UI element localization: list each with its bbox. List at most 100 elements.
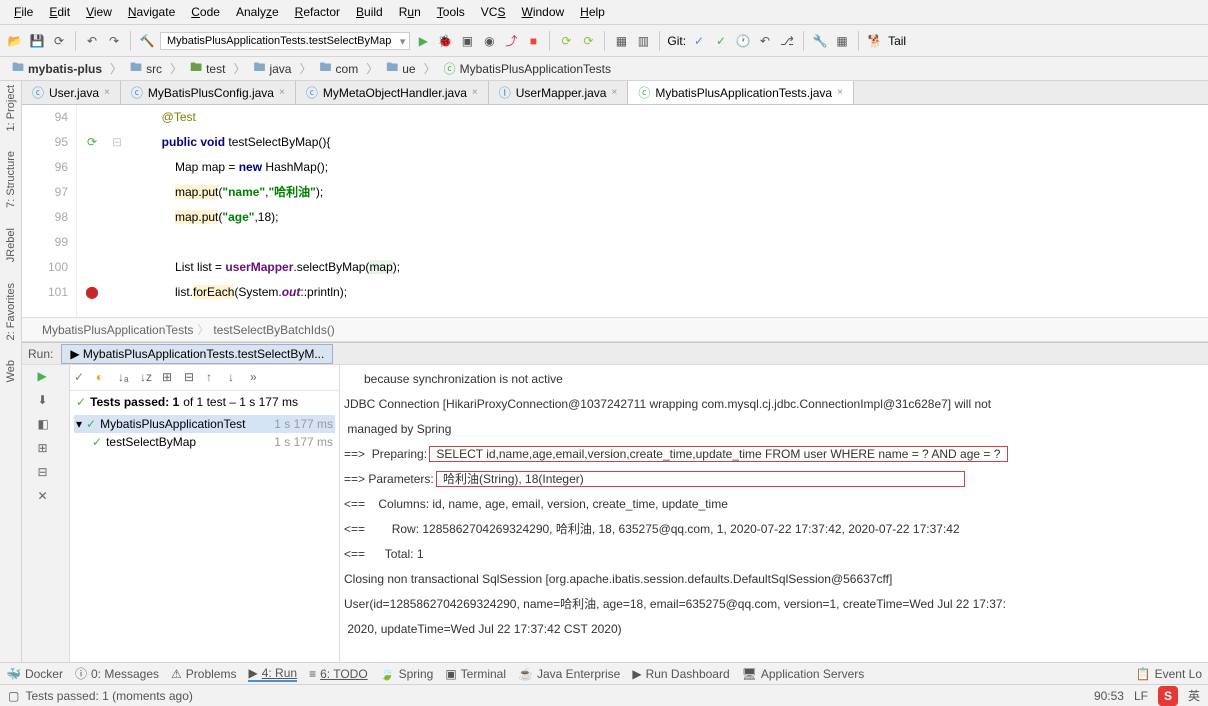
crumb-test[interactable]: 🖿test bbox=[184, 57, 231, 80]
tool-messages[interactable]: ⓘ 0: Messages bbox=[75, 665, 159, 682]
attach-icon[interactable]: ⤴ bbox=[502, 32, 520, 50]
layout2-icon[interactable]: ▥ bbox=[634, 32, 652, 50]
menu-help[interactable]: Help bbox=[572, 2, 613, 22]
toggle-icon[interactable]: ⬇ bbox=[38, 393, 54, 409]
run-config-combo[interactable]: MybatisPlusApplicationTests.testSelectBy… bbox=[160, 32, 410, 50]
next-icon[interactable]: ↓ bbox=[228, 370, 244, 386]
menu-refactor[interactable]: Refactor bbox=[287, 2, 348, 22]
close-icon[interactable]: × bbox=[279, 87, 285, 98]
menu-run[interactable]: Run bbox=[391, 2, 429, 22]
tail-icon[interactable]: 🐕 bbox=[866, 32, 884, 50]
undo-icon[interactable]: ↶ bbox=[83, 32, 101, 50]
menu-tools[interactable]: Tools bbox=[429, 2, 473, 22]
run-icon[interactable]: ▶ bbox=[414, 32, 432, 50]
tool-terminal[interactable]: ▣ Terminal bbox=[445, 667, 506, 681]
layout-icon[interactable]: ▦ bbox=[612, 32, 630, 50]
tool-appservers[interactable]: 🖥 Application Servers bbox=[742, 667, 865, 681]
open-icon[interactable]: 📂 bbox=[6, 32, 24, 50]
export-icon[interactable]: » bbox=[250, 370, 266, 386]
pin-icon[interactable]: ⊞ bbox=[38, 441, 54, 457]
menu-vcs[interactable]: VCS bbox=[473, 2, 514, 22]
coverage-icon[interactable]: ▣ bbox=[458, 32, 476, 50]
crumb-class[interactable]: ⓒMybatisPlusApplicationTests bbox=[438, 59, 617, 78]
tab-mapper[interactable]: ⒾUserMapper.java× bbox=[489, 81, 629, 104]
console-output[interactable]: because synchronization is not activeJDB… bbox=[340, 365, 1208, 662]
git-revert-icon[interactable]: ↶ bbox=[756, 32, 774, 50]
crumb-ue[interactable]: 🖿ue bbox=[380, 57, 421, 80]
tool-spring[interactable]: 🍃 Spring bbox=[380, 667, 434, 681]
show-passed-icon[interactable]: ✓ bbox=[74, 370, 90, 386]
close-icon[interactable]: × bbox=[611, 87, 617, 98]
menu-navigate[interactable]: Navigate bbox=[120, 2, 183, 22]
collapse-icon[interactable]: ⊟ bbox=[184, 370, 200, 386]
jrebel-icon[interactable]: ⟳ bbox=[557, 32, 575, 50]
git-history-icon[interactable]: 🕐 bbox=[734, 32, 752, 50]
stop-icon[interactable]: ■ bbox=[524, 32, 542, 50]
tool-jrebel[interactable]: JRebel bbox=[5, 228, 17, 262]
sort2-icon[interactable]: ↓z bbox=[140, 370, 156, 386]
menu-analyze[interactable]: Analyze bbox=[228, 2, 287, 22]
tool-web[interactable]: Web bbox=[5, 360, 17, 382]
git-update-icon[interactable]: ✓ bbox=[690, 32, 708, 50]
test-tree[interactable]: ▾ ✓ MybatisPlusApplicationTest1 s 177 ms… bbox=[70, 413, 339, 453]
tool-rundash[interactable]: ▶ Run Dashboard bbox=[632, 667, 729, 681]
profiler-icon[interactable]: ◉ bbox=[480, 32, 498, 50]
sort-icon[interactable]: ↓ₐ bbox=[118, 370, 134, 386]
ime-icon[interactable]: S bbox=[1158, 686, 1178, 706]
menu-code[interactable]: Code bbox=[183, 2, 228, 22]
tab-tests[interactable]: ⓒMybatisPlusApplicationTests.java× bbox=[628, 81, 854, 104]
tool-structure[interactable]: 7: Structure bbox=[5, 151, 17, 208]
rerun-icon[interactable]: ▶ bbox=[38, 369, 54, 385]
show-ignored-icon[interactable]: ◐ bbox=[96, 370, 112, 386]
expand-icon[interactable]: ⊞ bbox=[162, 370, 178, 386]
close-icon[interactable]: × bbox=[104, 87, 110, 98]
save-icon[interactable]: 💾 bbox=[28, 32, 46, 50]
refresh-icon[interactable]: ⟳ bbox=[50, 32, 68, 50]
close-icon[interactable]: × bbox=[472, 87, 478, 98]
menu-edit[interactable]: Edit bbox=[41, 2, 78, 22]
tool-problems[interactable]: ⚠ Problems bbox=[171, 667, 236, 681]
git-branch-icon[interactable]: ⎇ bbox=[778, 32, 796, 50]
menu-window[interactable]: Window bbox=[513, 2, 572, 22]
line-sep[interactable]: LF bbox=[1134, 689, 1148, 703]
tool-project[interactable]: 1: Project bbox=[5, 85, 17, 131]
tab-config[interactable]: ⓒMyBatisPlusConfig.java× bbox=[121, 81, 296, 104]
square-icon[interactable]: ▢ bbox=[8, 689, 19, 703]
tool-run[interactable]: ▶ 4: Run bbox=[248, 666, 297, 682]
prev-icon[interactable]: ↑ bbox=[206, 370, 222, 386]
close-icon[interactable]: × bbox=[837, 87, 843, 98]
menu-file[interactable]: File bbox=[6, 2, 41, 22]
crumb-root[interactable]: 🖿mybatis-plus bbox=[6, 57, 108, 80]
tool-jee[interactable]: ☕ Java Enterprise bbox=[518, 667, 620, 681]
code-body[interactable]: @Test public void testSelectByMap(){ Map… bbox=[127, 105, 1208, 317]
ime-lang[interactable]: 英 bbox=[1188, 687, 1200, 704]
settings-icon[interactable]: ▦ bbox=[833, 32, 851, 50]
tab-user[interactable]: ⓒUser.java× bbox=[22, 81, 121, 104]
debug-icon[interactable]: 🐞 bbox=[436, 32, 454, 50]
stop-icon[interactable]: ◧ bbox=[38, 417, 54, 433]
run-tab[interactable]: ▶ MybatisPlusApplicationTests.testSelect… bbox=[61, 344, 333, 364]
search-icon[interactable]: 🔧 bbox=[811, 32, 829, 50]
tree-root[interactable]: ▾ ✓ MybatisPlusApplicationTest1 s 177 ms bbox=[74, 415, 335, 433]
close-icon[interactable]: ✕ bbox=[38, 489, 54, 505]
tool-favorites[interactable]: 2: Favorites bbox=[5, 283, 17, 340]
tree-child[interactable]: ✓ testSelectByMap1 s 177 ms bbox=[74, 433, 335, 451]
tool-docker[interactable]: 🐳 Docker bbox=[6, 667, 63, 681]
crumb-com[interactable]: 🖿com bbox=[314, 57, 365, 80]
crumb-src[interactable]: 🖿src bbox=[124, 57, 168, 80]
menu-build[interactable]: Build bbox=[348, 2, 391, 22]
hammer-icon[interactable]: 🔨 bbox=[138, 32, 156, 50]
jrebel2-icon[interactable]: ⟳ bbox=[579, 32, 597, 50]
crumb-class[interactable]: MybatisPlusApplicationTests bbox=[42, 323, 193, 337]
redo-icon[interactable]: ↷ bbox=[105, 32, 123, 50]
git-commit-icon[interactable]: ✓ bbox=[712, 32, 730, 50]
run-gutter-icon[interactable]: ⟳ bbox=[77, 130, 107, 155]
tab-handler[interactable]: ⓒMyMetaObjectHandler.java× bbox=[296, 81, 489, 104]
menu-view[interactable]: View bbox=[78, 2, 120, 22]
tool-todo[interactable]: ≡ 6: TODO bbox=[309, 667, 368, 681]
layout-icon[interactable]: ⊟ bbox=[38, 465, 54, 481]
crumb-java[interactable]: 🖿java bbox=[247, 57, 297, 80]
breakpoint-icon[interactable]: ⬤ bbox=[77, 280, 107, 305]
code-editor[interactable]: 949596979899100101 ⟳ ⬤ ⊟ @Test public vo… bbox=[22, 105, 1208, 317]
crumb-method[interactable]: testSelectByBatchIds() bbox=[213, 323, 334, 337]
